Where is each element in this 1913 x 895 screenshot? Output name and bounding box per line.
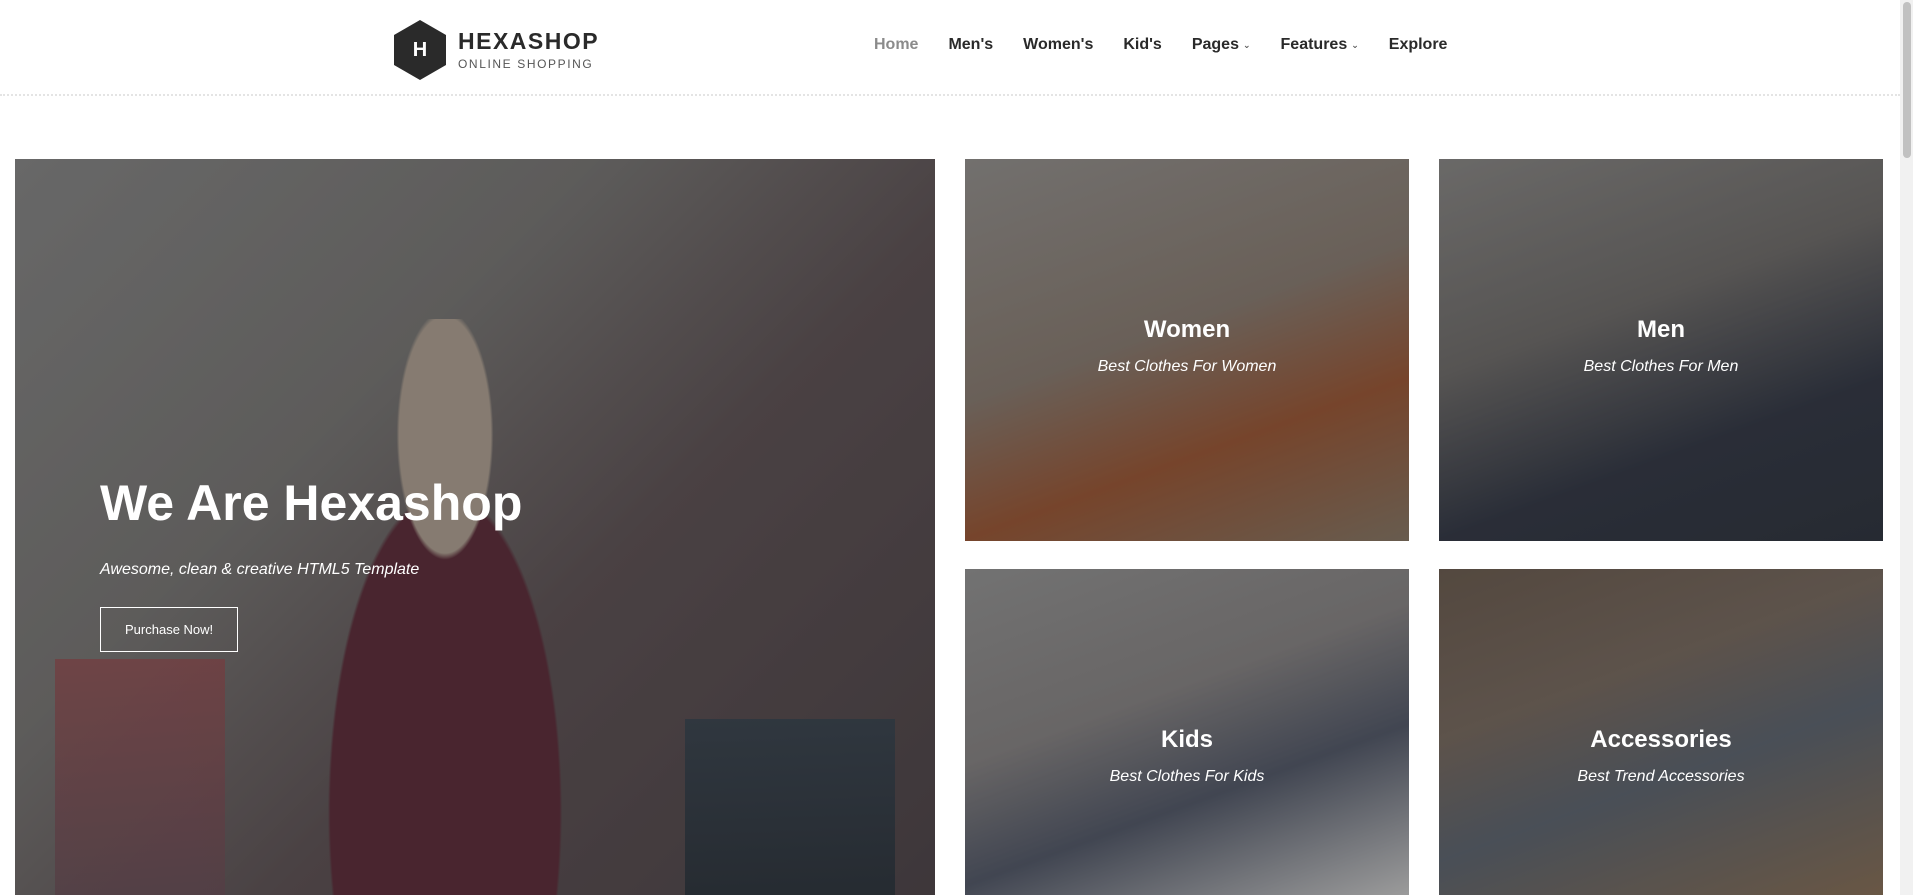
scrollbar-thumb[interactable] — [1903, 2, 1911, 158]
category-card-women[interactable]: Women Best Clothes For Women — [965, 159, 1409, 541]
category-subtitle: Best Clothes For Women — [1097, 358, 1277, 375]
hero-subtitle: Awesome, clean & creative HTML5 Template — [100, 561, 420, 578]
brand-name: HEXASHOP — [458, 28, 600, 54]
chevron-down-icon: ⌄ — [1242, 39, 1251, 50]
nav-womens[interactable]: Women's — [1023, 36, 1093, 54]
nav-pages[interactable]: Pages ⌄ — [1192, 36, 1251, 54]
category-card-accessories[interactable]: Accessories Best Trend Accessories — [1439, 569, 1883, 895]
category-card-kids[interactable]: Kids Best Clothes For Kids — [965, 569, 1409, 895]
logo[interactable]: H HEXASHOP ONLINE SHOPPING — [394, 20, 599, 80]
purchase-now-button[interactable]: Purchase Now! — [100, 607, 239, 652]
hero-title: We Are Hexashop — [100, 475, 523, 531]
page-scrollbar[interactable] — [1900, 0, 1913, 895]
nav-mens[interactable]: Men's — [948, 36, 993, 54]
category-title: Kids — [1160, 726, 1213, 753]
main-nav: Home Men's Women's Kid's Pages ⌄ Features… — [874, 36, 1447, 54]
category-title: Women — [1143, 316, 1231, 343]
logo-hexagon-icon: H — [394, 20, 446, 80]
brand-tagline: ONLINE SHOPPING — [458, 57, 594, 71]
category-subtitle: Best Clothes For Men — [1583, 358, 1739, 375]
chevron-down-icon: ⌄ — [1351, 39, 1359, 50]
nav-explore[interactable]: Explore — [1389, 36, 1448, 54]
category-subtitle: Best Trend Accessories — [1577, 768, 1745, 785]
category-card-men[interactable]: Men Best Clothes For Men — [1439, 159, 1883, 541]
category-title: Accessories — [1590, 726, 1732, 753]
site-header: H HEXASHOP ONLINE SHOPPING Home Men's Wo… — [0, 0, 1900, 96]
hero-banner: We Are Hexashop Awesome, clean & creativ… — [15, 159, 935, 895]
nav-features[interactable]: Features ⌄ — [1281, 36, 1359, 54]
nav-home[interactable]: Home — [874, 36, 918, 54]
category-subtitle: Best Clothes For Kids — [1109, 768, 1265, 785]
nav-kids[interactable]: Kid's — [1123, 36, 1161, 54]
logo-letter: H — [412, 38, 428, 61]
category-title: Men — [1637, 316, 1685, 343]
